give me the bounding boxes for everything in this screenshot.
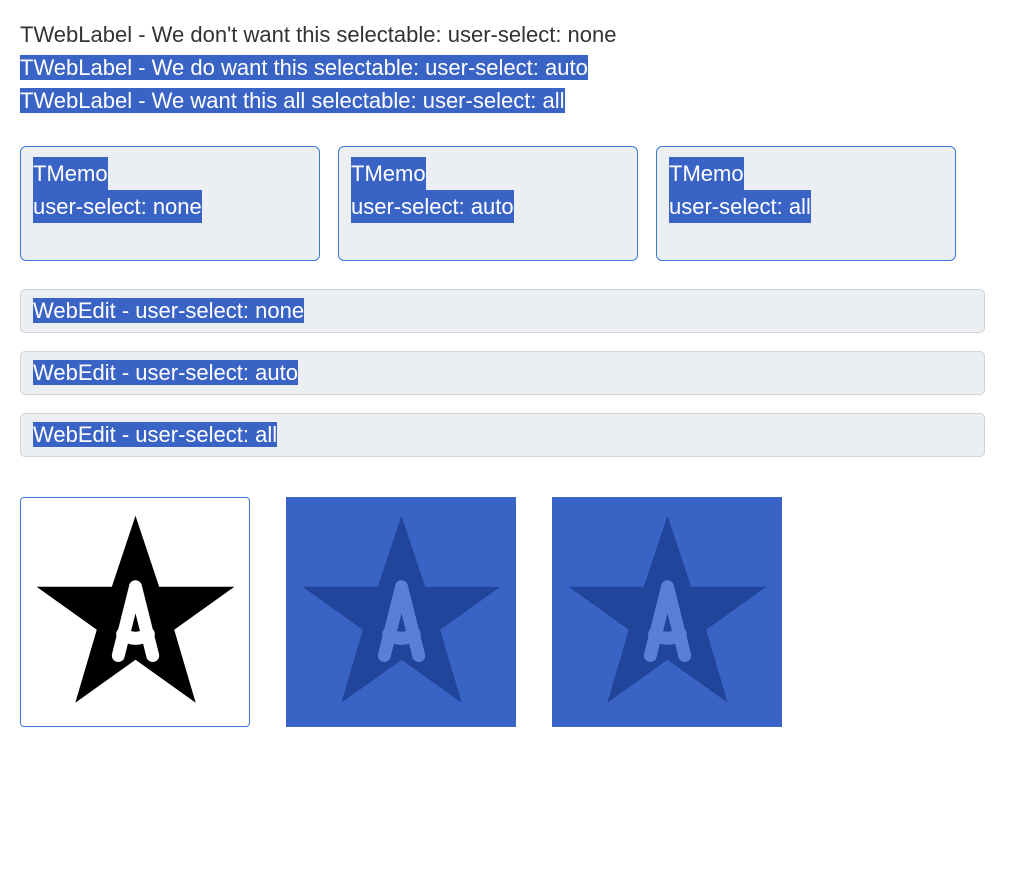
star-letter-a-icon [560, 505, 775, 720]
memo-user-select-none[interactable]: TMemo user-select: none [20, 146, 320, 261]
star-letter-a-icon [294, 505, 509, 720]
memo-line: user-select: auto [351, 190, 514, 223]
webedit-user-select-auto[interactable]: WebEdit - user-select: auto [20, 351, 985, 395]
webedit-user-select-all[interactable]: WebEdit - user-select: all [20, 413, 985, 457]
memo-line: TMemo [33, 157, 108, 190]
label-user-select-none: TWebLabel - We don't want this selectabl… [20, 20, 1009, 51]
memo-user-select-auto[interactable]: TMemo user-select: auto [338, 146, 638, 261]
image-user-select-auto[interactable] [286, 497, 516, 727]
webedit-user-select-none[interactable]: WebEdit - user-select: none [20, 289, 985, 333]
label-user-select-auto[interactable]: TWebLabel - We do want this selectable: … [20, 53, 1009, 84]
image-user-select-all[interactable] [552, 497, 782, 727]
label-user-select-all[interactable]: TWebLabel - We want this all selectable:… [20, 86, 1009, 117]
image-user-select-none [20, 497, 250, 727]
memo-line: user-select: none [33, 190, 202, 223]
memo-line: user-select: all [669, 190, 811, 223]
memo-line: TMemo [351, 157, 426, 190]
memo-line: TMemo [669, 157, 744, 190]
star-letter-a-icon [28, 505, 243, 720]
memo-user-select-all[interactable]: TMemo user-select: all [656, 146, 956, 261]
